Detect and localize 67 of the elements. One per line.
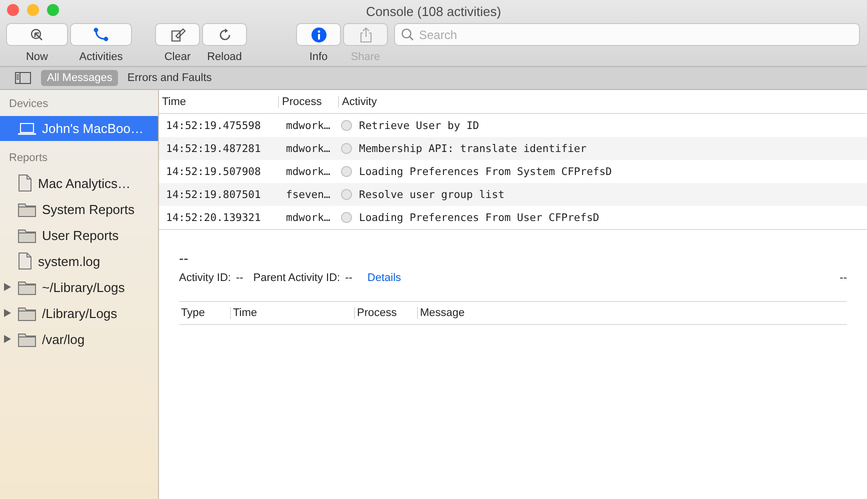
search-field[interactable]: Search [394, 23, 860, 46]
column-header[interactable]: Process [279, 96, 339, 108]
column-header[interactable]: Process [355, 307, 418, 319]
column-header[interactable]: Activity [339, 96, 867, 108]
sidebar-item[interactable]: John's MacBoo… [0, 116, 158, 141]
status-dot-icon [341, 120, 352, 131]
status-dot-icon [341, 212, 352, 223]
details-link[interactable]: Details [367, 272, 402, 284]
time-cell-text: 14:52:19.487281 [165, 142, 262, 154]
section-heading: Devices [8, 97, 50, 112]
folder-icon [18, 228, 36, 242]
column-header[interactable]: Time [231, 307, 355, 319]
activity-cell: Resolve user group list [359, 188, 504, 200]
section-heading: Reports [8, 151, 49, 166]
time-cell-text: 14:52:19.807501 [165, 188, 262, 200]
column-header[interactable]: Message [418, 307, 847, 319]
process-cell-text: mdwork… [285, 120, 332, 132]
connected-dots-icon [93, 26, 109, 42]
column-header[interactable]: Time [159, 96, 279, 108]
folder-icon [18, 280, 36, 294]
document-icon [18, 174, 32, 192]
disclosure-triangle-icon[interactable] [4, 283, 11, 291]
sidebar-item[interactable]: System Reports [0, 196, 158, 222]
arrow-target-icon [30, 28, 44, 42]
disclosure-triangle-icon[interactable] [4, 335, 11, 343]
activity-title: -- [179, 250, 190, 266]
sidebar-item[interactable]: /Library/Logs [0, 300, 158, 326]
activity-cell: Loading Preferences From System CFPrefsD [359, 166, 612, 178]
process-cell-text: fseven… [285, 188, 332, 200]
folder-icon [18, 306, 36, 320]
column-header[interactable]: Type [179, 307, 231, 319]
activity-id-value: -- [236, 272, 244, 284]
sidebar-item[interactable]: ~/Library/Logs [0, 274, 158, 300]
folder-icon [18, 202, 36, 216]
document-icon [18, 252, 32, 270]
reload-icon [218, 28, 232, 42]
filter-tab[interactable]: Errors and Faults [121, 70, 218, 86]
clear-log-icon [170, 28, 186, 42]
window-title: Console (108 activities) [366, 4, 502, 18]
sidebar-item[interactable]: system.log [0, 248, 158, 274]
share-icon [358, 26, 372, 42]
activity-cell: Membership API: translate identifier [359, 142, 587, 154]
sidebar-toggle-icon[interactable] [15, 72, 31, 84]
sidebar-item[interactable]: /var/log [0, 326, 158, 352]
activity-cell: Retrieve User by ID [359, 120, 480, 132]
laptop-icon [18, 122, 36, 134]
process-cell-text: mdwork… [285, 166, 332, 178]
time-cell-text: 14:52:20.139321 [165, 212, 262, 224]
sidebar-item[interactable]: User Reports [0, 222, 158, 248]
status-dot-icon [341, 189, 352, 200]
close-button[interactable] [7, 4, 19, 16]
folder-icon [18, 332, 36, 346]
parent-activity-id-value: -- [345, 272, 352, 284]
time-cell-text: 14:52:19.507908 [165, 166, 262, 178]
right-value: -- [840, 272, 847, 284]
status-dot-icon [341, 143, 352, 154]
sidebar-item[interactable]: Mac Analytics… [0, 170, 158, 196]
process-cell-text: mdwork… [285, 212, 332, 224]
disclosure-triangle-icon[interactable] [4, 309, 11, 317]
info-icon [310, 26, 326, 42]
time-cell-text: 14:52:19.475598 [165, 120, 262, 132]
status-dot-icon [341, 166, 352, 177]
search-icon [401, 28, 414, 41]
activity-cell: Loading Preferences From User CFPrefsD [359, 212, 600, 224]
activity-id-label: Activity ID: [179, 272, 231, 284]
process-cell-text: mdwork… [285, 142, 332, 154]
parent-activity-id-label: Parent Activity ID: [253, 272, 340, 284]
